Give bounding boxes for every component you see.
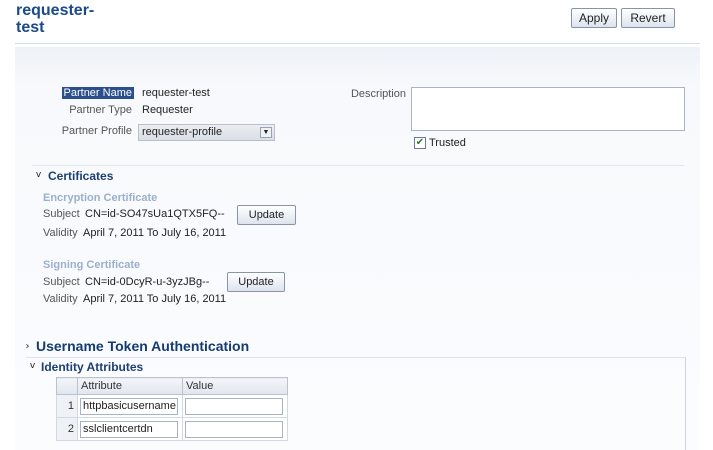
trusted-checkbox[interactable]: ✔ bbox=[414, 137, 426, 149]
encryption-subject-label: Subject bbox=[43, 208, 80, 220]
username-token-section-header[interactable]: Username Token Authentication bbox=[36, 338, 249, 354]
value-input[interactable] bbox=[185, 420, 283, 438]
checkmark-icon: ✔ bbox=[415, 137, 425, 148]
value-cell bbox=[182, 417, 288, 441]
identity-attributes-table: Attribute Value 1 httpbasicusername 2 ss… bbox=[56, 377, 288, 441]
row-number-header bbox=[56, 377, 78, 395]
apply-button[interactable]: Apply bbox=[571, 8, 617, 28]
certificates-section-header[interactable]: Certificates bbox=[48, 169, 113, 183]
row-number: 1 bbox=[56, 394, 78, 418]
attribute-column-header[interactable]: Attribute bbox=[77, 377, 183, 395]
certificates-divider bbox=[32, 165, 684, 166]
attribute-cell: httpbasicusername bbox=[77, 394, 183, 418]
encryption-certificate-heading: Encryption Certificate bbox=[43, 192, 158, 204]
table-row: 1 httpbasicusername bbox=[56, 394, 288, 418]
attribute-cell: sslclientcertdn bbox=[77, 417, 183, 441]
revert-button[interactable]: Revert bbox=[621, 8, 675, 28]
dropdown-arrow-icon[interactable]: ▼ bbox=[260, 127, 272, 138]
value-cell bbox=[182, 394, 288, 418]
partner-profile-selected: requester-profile bbox=[142, 126, 223, 138]
header-divider bbox=[15, 43, 700, 44]
description-label: Description bbox=[350, 88, 406, 100]
value-column-header[interactable]: Value bbox=[182, 377, 288, 395]
encryption-validity-label: Validity bbox=[43, 227, 78, 239]
signing-subject-label: Subject bbox=[43, 276, 80, 288]
partner-type-value: Requester bbox=[142, 104, 193, 116]
trusted-label: Trusted bbox=[429, 137, 466, 149]
row-number: 2 bbox=[56, 417, 78, 441]
partner-type-label: Partner Type bbox=[69, 104, 132, 116]
content-frame-edge bbox=[685, 357, 686, 450]
identity-attributes-section-header[interactable]: Identity Attributes bbox=[41, 360, 143, 374]
chevron-right-icon[interactable]: › bbox=[23, 342, 32, 352]
attribute-input[interactable]: sslclientcertdn bbox=[80, 420, 178, 438]
partner-name-value: requester-test bbox=[142, 87, 210, 99]
table-row: 2 sslclientcertdn bbox=[56, 417, 288, 441]
partner-name-label: Partner Name bbox=[61, 87, 134, 99]
table-header-row: Attribute Value bbox=[56, 377, 288, 395]
identity-attributes-divider bbox=[26, 357, 686, 358]
encryption-subject-value: CN=id-SO47sUa1QTX5FQ-- bbox=[85, 208, 225, 220]
encryption-validity-value: April 7, 2011 To July 16, 2011 bbox=[83, 227, 227, 239]
partner-profile-label: Partner Profile bbox=[61, 125, 132, 137]
signing-validity-label: Validity bbox=[43, 293, 78, 305]
partner-profile-select[interactable]: requester-profile ▼ bbox=[138, 124, 275, 141]
encryption-update-button[interactable]: Update bbox=[237, 205, 296, 225]
signing-update-button[interactable]: Update bbox=[227, 272, 285, 292]
signing-validity-value: April 7, 2011 To July 16, 2011 bbox=[83, 293, 227, 305]
value-input[interactable] bbox=[185, 397, 283, 415]
page-title: requester- test bbox=[16, 2, 95, 36]
signing-certificate-heading: Signing Certificate bbox=[43, 259, 141, 271]
signing-subject-value: CN=id-0DcyR-u-3yzJBg-- bbox=[85, 276, 210, 288]
description-textarea[interactable] bbox=[411, 87, 685, 131]
attribute-input[interactable]: httpbasicusername bbox=[80, 397, 178, 415]
chevron-down-icon[interactable]: v bbox=[28, 362, 37, 371]
chevron-down-icon[interactable]: v bbox=[34, 171, 43, 180]
